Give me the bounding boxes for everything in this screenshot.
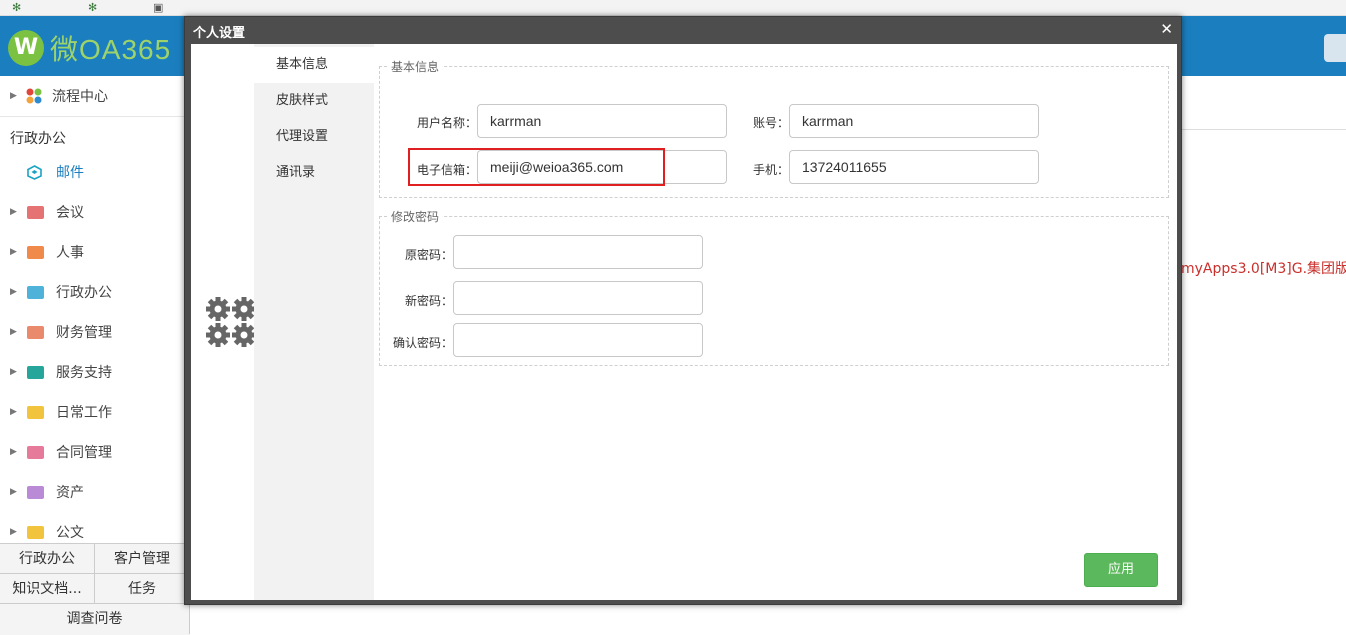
sidebar-item-label: 公文 [56, 525, 84, 541]
account-label: 账号： [752, 116, 789, 130]
sidebar-item-finance[interactable]: ▶ 财务管理 [0, 312, 190, 352]
sidebar-item-label: 人事 [56, 245, 84, 261]
folder-icon [27, 205, 44, 219]
sidebar-item-label: 服务支持 [56, 365, 112, 381]
sidebar-item-admin-office[interactable]: ▶ 行政办公 [0, 272, 190, 312]
chevron-right-icon: ▶ [10, 407, 17, 417]
phone-label: 手机： [752, 163, 789, 177]
divider [0, 116, 190, 117]
chevron-right-icon: ▶ [10, 287, 17, 297]
monitor-icon[interactable]: ▣ [153, 1, 163, 14]
old-password-field[interactable] [453, 235, 703, 269]
settings-nav: 基本信息 皮肤样式 代理设置 通讯录 [254, 44, 374, 600]
bug-icon[interactable]: ✻ [12, 1, 21, 14]
logo-mark: W [8, 30, 44, 66]
process-center-icon [26, 88, 42, 104]
apply-button[interactable]: 应用 [1084, 553, 1158, 587]
chevron-right-icon: ▶ [10, 247, 17, 257]
sidebar-item-mail[interactable]: 邮件 [0, 152, 190, 192]
nav-skin-style[interactable]: 皮肤样式 [254, 83, 374, 119]
old-password-label: 原密码： [404, 248, 453, 262]
app-logo[interactable]: W 微OA365 [8, 30, 171, 66]
sidebar-group-title: 行政办公 [10, 131, 66, 147]
sidebar-item-meeting[interactable]: ▶ 会议 [0, 192, 190, 232]
sidebar-item-contract[interactable]: ▶ 合同管理 [0, 432, 190, 472]
bug-icon[interactable]: ✻ [88, 1, 97, 14]
tab-knowledge-docs[interactable]: 知识文档... [0, 574, 95, 604]
logo-text: 微OA365 [50, 34, 172, 65]
folder-icon [27, 525, 44, 539]
folder-icon [27, 445, 44, 459]
chevron-right-icon: ▶ [10, 327, 17, 337]
dialog-body: 基本信息 皮肤样式 代理设置 通讯录 基本信息 用户名称： karrman 账号… [191, 44, 1177, 600]
nav-address-book[interactable]: 通讯录 [254, 155, 374, 191]
folder-icon [27, 325, 44, 339]
highlight-box [408, 148, 665, 186]
fieldset-legend: 基本信息 [388, 58, 443, 75]
bottom-tabs: 行政办公 客户管理 知识文档... 任务 调查问卷 [0, 543, 190, 635]
new-password-field[interactable] [453, 281, 703, 315]
phone-field[interactable]: 13724011655 [789, 150, 1039, 184]
folder-icon [27, 485, 44, 499]
gears-icon [205, 296, 257, 348]
sidebar-item-assets[interactable]: ▶ 资产 [0, 472, 190, 512]
chevron-right-icon: ▶ [10, 367, 17, 377]
nav-proxy-settings[interactable]: 代理设置 [254, 119, 374, 155]
mail-icon [27, 165, 42, 180]
sidebar-item-label: 会议 [56, 205, 84, 221]
username-label: 用户名称： [416, 116, 477, 130]
tab-admin-office[interactable]: 行政办公 [0, 544, 95, 574]
sidebar-item-label: 财务管理 [56, 325, 112, 341]
confirm-password-field[interactable] [453, 323, 703, 357]
chevron-right-icon: ▶ [10, 487, 17, 497]
folder-icon [27, 245, 44, 259]
sidebar-item-label: 行政办公 [56, 285, 112, 301]
sidebar-item-label: 流程中心 [52, 89, 108, 105]
sidebar-item-daily-work[interactable]: ▶ 日常工作 [0, 392, 190, 432]
sidebar-item-label: 日常工作 [56, 405, 112, 421]
new-password-label: 新密码： [404, 294, 453, 308]
tab-customer-management[interactable]: 客户管理 [95, 544, 190, 574]
personal-settings-dialog: 个人设置 ✕ 基本信息 皮肤样式 代理设置 通讯录 基本信息 用户名称： kar… [184, 16, 1182, 605]
account-field[interactable]: karrman [789, 104, 1039, 138]
app-version-text[interactable]: myApps3.0[M3]G.集团版 [1181, 258, 1346, 278]
folder-icon [27, 285, 44, 299]
chevron-right-icon: ▶ [10, 527, 17, 537]
nav-basic-info[interactable]: 基本信息 [254, 47, 374, 83]
sidebar-item-hr[interactable]: ▶ 人事 [0, 232, 190, 272]
tab-tasks[interactable]: 任务 [95, 574, 190, 604]
dialog-title: 个人设置 [193, 26, 246, 41]
sidebar-item-label: 合同管理 [56, 445, 112, 461]
sidebar-item-label: 资产 [56, 485, 84, 501]
tab-survey[interactable]: 调查问卷 [0, 604, 190, 634]
sidebar-item-process-center[interactable]: ▶ 流程中心 [0, 76, 190, 116]
main-content-area: myApps3.0[M3]G.集团版 [1181, 76, 1346, 635]
divider [1182, 129, 1346, 130]
avatar[interactable] [1324, 34, 1346, 62]
sidebar-item-label: 邮件 [56, 165, 84, 181]
folder-icon [27, 405, 44, 419]
top-toolbar-strip: ✻ ✻ ▣ [0, 0, 1346, 16]
folder-icon [27, 365, 44, 379]
fieldset-legend: 修改密码 [388, 208, 443, 225]
close-icon[interactable]: ✕ [1160, 20, 1173, 38]
sidebar-item-service[interactable]: ▶ 服务支持 [0, 352, 190, 392]
chevron-right-icon: ▶ [10, 447, 17, 457]
chevron-right-icon: ▶ [10, 207, 17, 217]
username-field[interactable]: karrman [477, 104, 727, 138]
chevron-right-icon: ▶ [10, 91, 17, 101]
confirm-password-label: 确认密码： [392, 336, 453, 350]
